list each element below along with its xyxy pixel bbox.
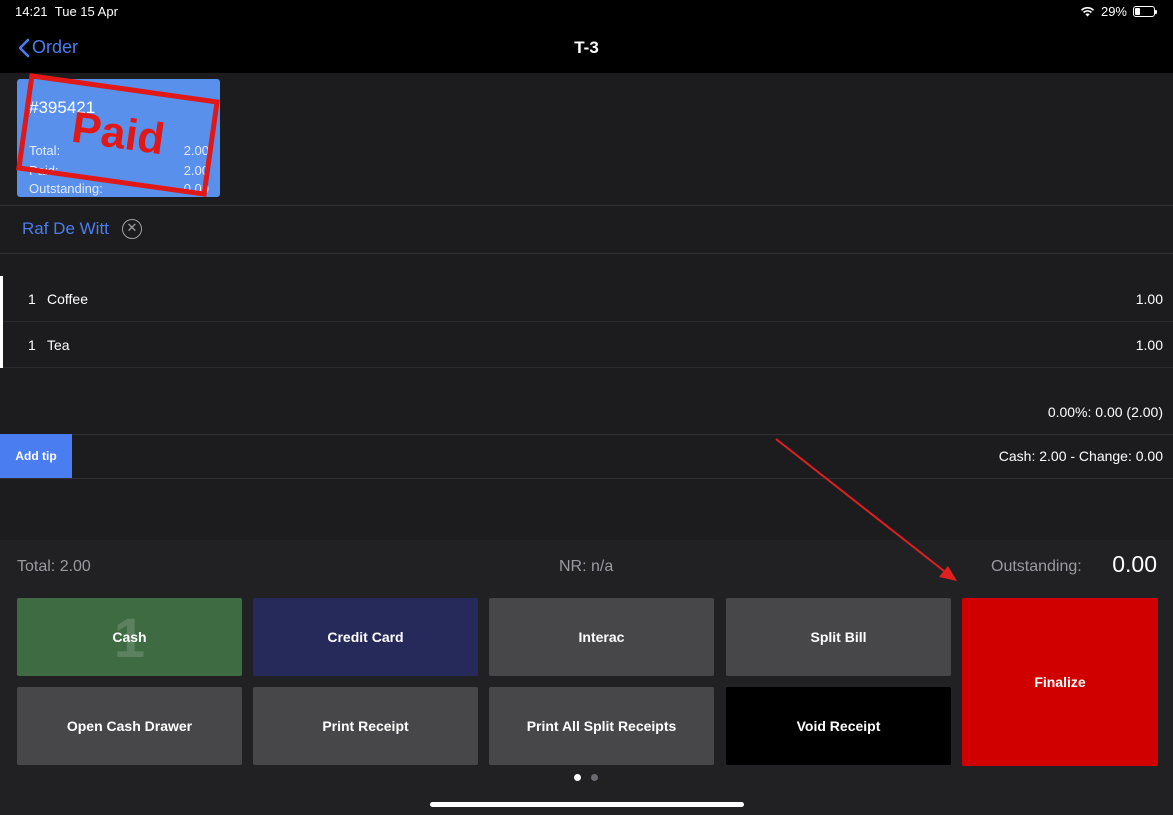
item-selection-bar <box>0 276 3 322</box>
check-paid-value: 2.00 <box>183 163 209 178</box>
void-receipt-button[interactable]: Void Receipt <box>726 687 951 765</box>
split-bill-button-label: Split Bill <box>810 629 867 645</box>
nav-bar: Order T-3 <box>0 24 1173 73</box>
payment-summary: Cash: 2.00 - Change: 0.00 <box>998 448 1163 464</box>
finalize-button[interactable]: Finalize <box>962 598 1158 766</box>
status-time-date: 14:21 Tue 15 Apr <box>15 4 118 19</box>
divider <box>0 434 1173 435</box>
battery-icon <box>1133 6 1157 17</box>
divider <box>0 478 1173 479</box>
discount-summary: 0.00%: 0.00 (2.00) <box>1047 404 1163 420</box>
page-indicator <box>574 774 598 781</box>
credit-card-button-label: Credit Card <box>327 629 404 645</box>
check-total-value: 2.00 <box>183 143 209 158</box>
item-qty: 1 <box>28 291 36 307</box>
check-outstanding-label: Outstanding: <box>29 181 103 196</box>
check-card[interactable]: #395421 Total: 2.00 Paid: 2.00 Outstandi… <box>17 79 220 197</box>
check-paid-row: Paid: 2.00 <box>29 163 209 178</box>
item-price: 1.00 <box>1135 337 1163 353</box>
wifi-icon <box>1080 7 1095 17</box>
footer-nr: NR: n/a <box>559 558 614 575</box>
item-price: 1.00 <box>1135 291 1163 307</box>
item-name: Tea <box>47 337 70 353</box>
item-name: Coffee <box>47 291 88 307</box>
page-dot[interactable] <box>591 774 598 781</box>
open-cash-drawer-label: Open Cash Drawer <box>66 718 193 734</box>
order-panel: #395421 Total: 2.00 Paid: 2.00 Outstandi… <box>0 73 1173 540</box>
status-bar: 14:21 Tue 15 Apr 29% <box>0 0 1173 24</box>
print-receipt-label: Print Receipt <box>322 718 409 734</box>
battery-level <box>1135 8 1140 15</box>
check-paid-label: Paid: <box>29 163 59 178</box>
open-cash-drawer-button[interactable]: Open Cash Drawer <box>17 687 242 765</box>
status-time: 14:21 <box>15 4 48 19</box>
footer-outstanding-label: Outstanding: <box>991 558 1082 575</box>
credit-card-button[interactable]: Credit Card <box>253 598 478 676</box>
check-outstanding-value: 0.00 <box>183 181 209 196</box>
footer-outstanding-value: 0.00 <box>1112 551 1157 577</box>
cash-button[interactable]: 1 Cash <box>17 598 242 676</box>
page-title: T-3 <box>574 38 599 57</box>
order-items: 1 Coffee 1.00 1 Tea 1.00 <box>0 276 1173 368</box>
interac-button[interactable]: Interac <box>489 598 714 676</box>
check-number: #395421 <box>29 98 96 117</box>
check-outstanding-row: Outstanding: 0.00 <box>29 181 209 196</box>
interac-button-label: Interac <box>578 629 625 645</box>
check-total-row: Total: 2.00 <box>29 143 209 158</box>
order-item-row[interactable]: 1 Coffee 1.00 <box>0 276 1173 322</box>
check-total-label: Total: <box>29 143 61 158</box>
page-dot[interactable] <box>574 774 581 781</box>
print-receipt-button[interactable]: Print Receipt <box>253 687 478 765</box>
cash-button-label: Cash <box>112 629 147 645</box>
divider <box>0 205 1173 206</box>
customer-name[interactable]: Raf De Witt <box>22 219 109 239</box>
footer-total: Total: 2.00 <box>17 558 91 575</box>
split-bill-button[interactable]: Split Bill <box>726 598 951 676</box>
void-receipt-label: Void Receipt <box>796 718 881 734</box>
order-item-row[interactable]: 1 Tea 1.00 <box>0 322 1173 368</box>
print-all-split-receipts-button[interactable]: Print All Split Receipts <box>489 687 714 765</box>
clear-customer-icon[interactable]: ✕ <box>122 219 142 239</box>
home-indicator[interactable] <box>430 802 744 807</box>
add-tip-button[interactable]: Add tip <box>0 434 72 478</box>
item-qty: 1 <box>28 337 36 353</box>
divider <box>0 253 1173 254</box>
item-selection-bar <box>0 322 3 368</box>
battery-percent: 29% <box>1100 4 1127 19</box>
payment-footer: Total: 2.00 NR: n/a Outstanding: 0.00 1 … <box>0 540 1173 815</box>
status-indicators: 29% <box>1080 4 1157 19</box>
print-all-split-receipts-label: Print All Split Receipts <box>526 718 677 734</box>
status-date: Tue 15 Apr <box>54 4 118 19</box>
finalize-label: Finalize <box>1034 674 1086 690</box>
